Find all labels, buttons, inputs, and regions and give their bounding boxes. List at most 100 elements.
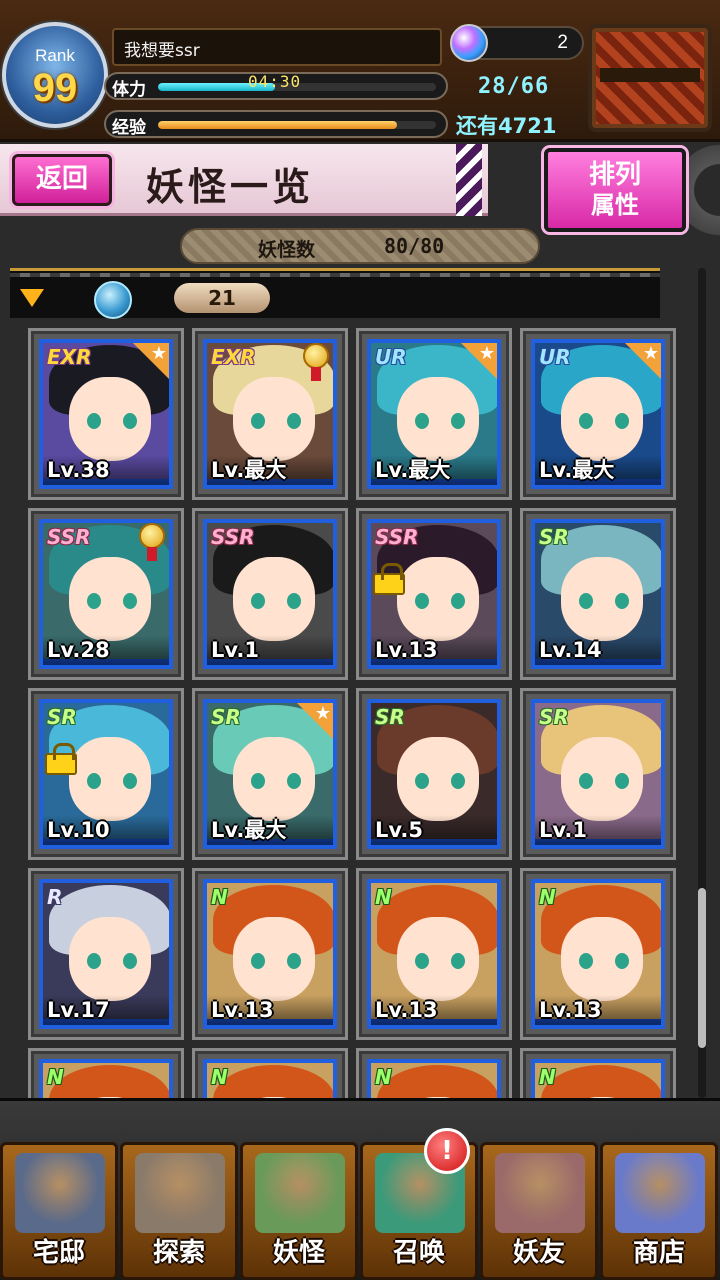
monster-card[interactable]: SR Lv.10 [28, 688, 184, 860]
star-icon: ★ [461, 343, 497, 379]
nav-explore-icon [135, 1153, 225, 1233]
rarity-badge: EXR [211, 345, 256, 369]
filter-level[interactable]: 21 [174, 283, 270, 313]
water-attribute-icon[interactable] [94, 281, 132, 319]
rarity-badge: N [211, 1065, 228, 1089]
nav-explore[interactable]: 探索 [120, 1142, 238, 1280]
scrollbar[interactable] [698, 268, 706, 1098]
nav-friends[interactable]: 妖友 [480, 1142, 598, 1280]
nav-mansion[interactable]: 宅邸 [0, 1142, 118, 1280]
monster-portrait-frame: N [203, 1059, 337, 1100]
monster-card[interactable]: N Lv.13 [356, 868, 512, 1040]
rarity-badge: N [211, 885, 228, 909]
orb-counter[interactable]: 2 [450, 24, 584, 62]
monster-level: Lv.28 [43, 635, 169, 665]
monster-portrait-frame: SR Lv.1 [531, 699, 665, 849]
star-icon: ★ [133, 343, 169, 379]
monster-level: Lv.最大 [371, 455, 497, 485]
player-name: 我想要ssr [112, 28, 442, 66]
monster-count-value: 80/80 [384, 234, 445, 258]
rarity-badge: SR [539, 525, 569, 549]
monster-level: Lv.17 [43, 995, 169, 1025]
lock-icon [45, 743, 77, 775]
rarity-badge: N [375, 885, 392, 909]
nav-monsters[interactable]: 妖怪 [240, 1142, 358, 1280]
monster-level: Lv.最大 [535, 455, 661, 485]
page-title: 妖怪一览 [146, 165, 315, 209]
monster-card[interactable]: N Lv.13 [520, 868, 676, 1040]
monster-count-bar: 妖怪数 80/80 [180, 228, 540, 264]
monster-level: Lv.38 [43, 455, 169, 485]
monster-level: Lv.最大 [207, 455, 333, 485]
nav-shop-label: 商店 [632, 1238, 685, 1268]
summon-alert-badge: ! [424, 1128, 470, 1174]
rarity-badge: SSR [375, 525, 419, 549]
sort-button[interactable]: 排列 属性 [544, 148, 686, 232]
spirit-orb-icon [450, 24, 488, 62]
rank-badge: Rank 99 [2, 22, 108, 128]
status-bar: Rank 99 我想要ssr 体力 04:30 经验 2 28/66 还有472… [0, 0, 720, 142]
collapse-arrow-icon[interactable] [20, 289, 44, 307]
monster-card[interactable]: SSR Lv.1 [192, 508, 348, 680]
title-banner: 返回 妖怪一览 [0, 144, 488, 216]
medal-icon [303, 343, 329, 381]
stamina-timer: 04:30 [248, 72, 302, 91]
monster-card[interactable]: R Lv.17 [28, 868, 184, 1040]
monster-portrait-frame: N Lv.13 [203, 879, 337, 1029]
stamina-label: 体力 [112, 80, 146, 100]
rarity-badge: N [539, 885, 556, 909]
scroll-thumb[interactable] [698, 888, 706, 1048]
monster-card[interactable]: UR ★ Lv.最大 [356, 328, 512, 500]
sort-label: 排列 [588, 160, 641, 190]
monster-portrait-frame: SR Lv.10 [39, 699, 173, 849]
monster-card[interactable]: SR ★ Lv.最大 [192, 688, 348, 860]
monster-card[interactable]: SR Lv.14 [520, 508, 676, 680]
back-button[interactable]: 返回 [12, 154, 112, 206]
monster-card[interactable]: N [356, 1048, 512, 1100]
rarity-badge: UR [539, 345, 571, 369]
monster-portrait-frame: SSR Lv.13 [367, 519, 501, 669]
monster-card[interactable]: N Lv.13 [192, 868, 348, 1040]
monster-portrait-frame: N Lv.13 [531, 879, 665, 1029]
nav-friends-icon [495, 1153, 585, 1233]
monster-level: Lv.13 [535, 995, 661, 1025]
monster-card[interactable]: EXR ★ Lv.38 [28, 328, 184, 500]
rarity-badge: SSR [211, 525, 255, 549]
nav-friends-label: 妖友 [512, 1238, 565, 1268]
rank-label: Rank [35, 46, 75, 65]
monster-card[interactable]: EXR Lv.最大 [192, 328, 348, 500]
lock-icon [373, 563, 405, 595]
filter-row: 21 [10, 268, 660, 319]
monster-portrait-frame: SSR Lv.28 [39, 519, 173, 669]
gear-icon [680, 140, 720, 240]
monster-level: Lv.10 [43, 815, 169, 845]
monster-portrait-frame: EXR Lv.最大 [203, 339, 337, 489]
nav-mansion-icon [15, 1153, 105, 1233]
monster-card[interactable]: SSR Lv.28 [28, 508, 184, 680]
monster-portrait-frame: N Lv.13 [367, 879, 501, 1029]
rarity-badge: N [47, 1065, 64, 1089]
monster-card[interactable]: SSR Lv.13 [356, 508, 512, 680]
monster-portrait-frame: SR ★ Lv.最大 [203, 699, 337, 849]
monster-portrait-frame: UR ★ Lv.最大 [531, 339, 665, 489]
rarity-badge: SR [375, 705, 405, 729]
monster-level: Lv.1 [535, 815, 661, 845]
monster-card[interactable]: SR Lv.5 [356, 688, 512, 860]
monster-level: Lv.1 [207, 635, 333, 665]
monster-level: Lv.13 [371, 635, 497, 665]
monster-portrait-frame: SSR Lv.1 [203, 519, 337, 669]
monster-portrait-frame: N [367, 1059, 501, 1100]
nav-shop[interactable]: 商店 [600, 1142, 718, 1280]
orb-count: 2 [557, 32, 568, 53]
monster-card[interactable]: N [520, 1048, 676, 1100]
nav-explore-label: 探索 [152, 1238, 205, 1268]
nav-monsters-label: 妖怪 [272, 1238, 325, 1268]
monster-card[interactable]: N [192, 1048, 348, 1100]
treasure-chest-icon[interactable] [588, 24, 712, 132]
monster-card[interactable]: UR ★ Lv.最大 [520, 328, 676, 500]
nav-monsters-icon [255, 1153, 345, 1233]
nav-mansion-label: 宅邸 [32, 1238, 85, 1268]
monster-card[interactable]: N [28, 1048, 184, 1100]
monster-card[interactable]: SR Lv.1 [520, 688, 676, 860]
sort-mode: 属性 [591, 191, 639, 219]
